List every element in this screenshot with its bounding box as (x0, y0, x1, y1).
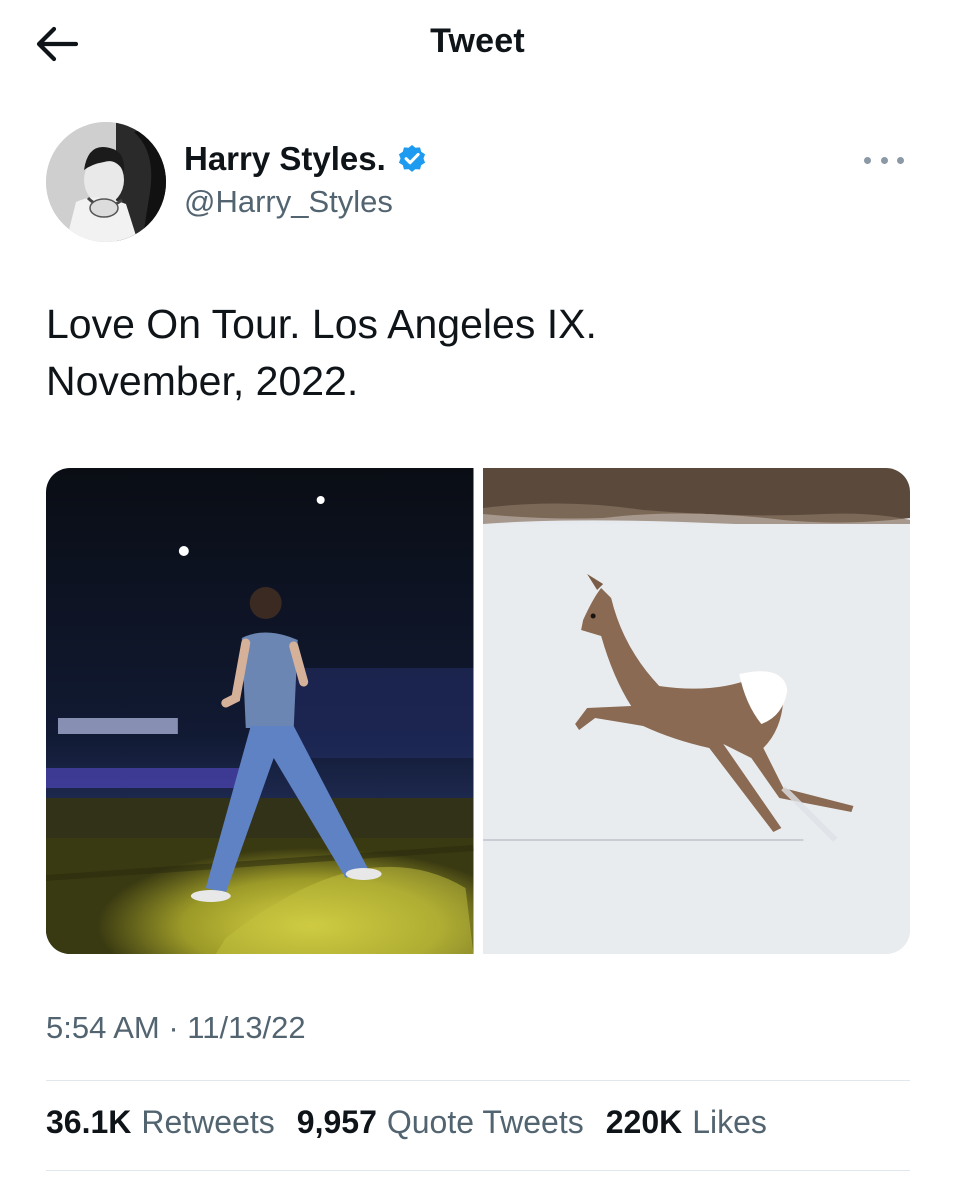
divider (46, 1080, 910, 1081)
tweet-text-line: November, 2022. (46, 358, 359, 404)
likes-label: Likes (692, 1104, 767, 1140)
retweets-count: 36.1K (46, 1104, 132, 1140)
retweets-label: Retweets (141, 1104, 275, 1140)
retweets-stat[interactable]: 36.1K Retweets (46, 1104, 275, 1141)
tweet-text: Love On Tour. Los Angeles IX. November, … (46, 296, 910, 410)
display-name-row: Harry Styles. (184, 140, 428, 178)
performer-on-stage-photo (46, 468, 474, 954)
media-photo-performer[interactable] (46, 468, 474, 954)
avatar[interactable] (46, 122, 166, 242)
tweet-stats: 36.1K Retweets 9,957 Quote Tweets 220K L… (46, 1104, 789, 1141)
more-dots-icon-dot (897, 156, 904, 164)
more-dots-icon (864, 156, 871, 164)
avatar-photo (46, 122, 166, 242)
verified-badge-icon (398, 145, 425, 172)
tweet-timestamp[interactable]: 5:54 AM · 11/13/22 (46, 1010, 306, 1046)
top-navigation-bar: Tweet (0, 0, 955, 92)
tweet-author-header: Harry Styles. @Harry_Styles (46, 120, 910, 244)
quote-tweets-count: 9,957 (296, 1104, 377, 1140)
likes-stat[interactable]: 220K Likes (606, 1104, 767, 1141)
media-photo-deer[interactable] (482, 468, 910, 954)
quote-tweets-label: Quote Tweets (386, 1104, 584, 1140)
more-dots-icon-dot (880, 156, 888, 164)
page-title: Tweet (430, 22, 525, 60)
likes-count: 220K (605, 1104, 683, 1140)
leaping-deer-in-snow-photo (482, 468, 910, 954)
tweet-media-grid (46, 468, 910, 954)
more-options-button[interactable] (864, 148, 904, 172)
display-name[interactable]: Harry Styles. (184, 140, 386, 178)
tweet-text-line: Love On Tour. Los Angeles IX. (46, 301, 597, 347)
divider (46, 1170, 910, 1171)
quote-tweets-stat[interactable]: 9,957 Quote Tweets (297, 1104, 584, 1141)
user-handle[interactable]: @Harry_Styles (184, 184, 393, 220)
